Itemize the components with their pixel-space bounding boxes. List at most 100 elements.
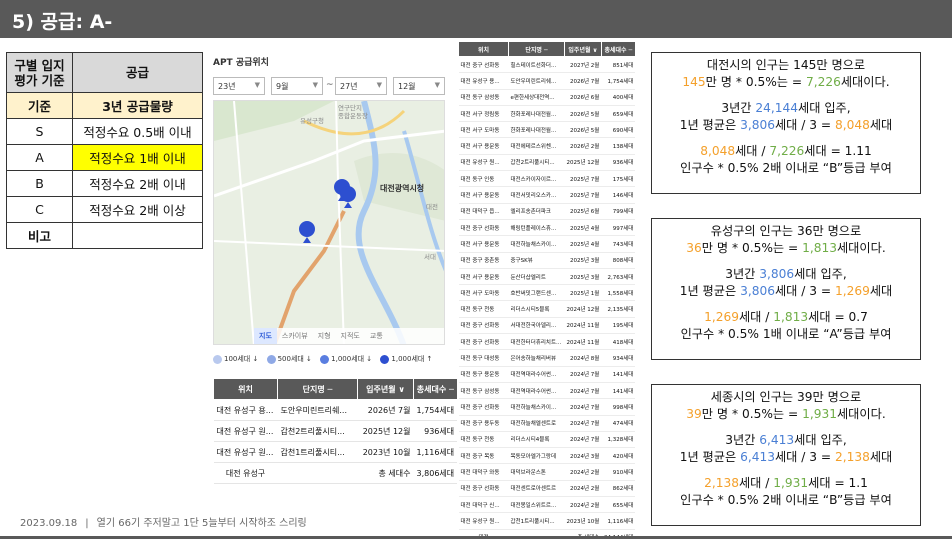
tab-skyview[interactable]: 스카이뷰 [277,328,313,344]
rule-cell: 적정수요 2배 이내 [72,170,203,197]
pin-icon [213,354,222,364]
cell-complex: 대전하늘채엘센트로 [508,415,565,432]
table-row: 대전 동구 용운동 대전역대라수어썬... 2024년 7월 141세대 [458,366,636,383]
page-title: 5) 공급: A- [0,0,952,38]
cell-move-in: 2024년 7월 [564,398,602,416]
num: 1,931 [802,406,837,421]
col-move-in[interactable]: 입주년월 ∨ [357,378,414,400]
cell-move-in: 2024년 3월 [564,447,602,465]
cell-location: 대전 서구 도마동 [458,121,509,139]
col-complex[interactable]: 단지명 ─ [277,378,358,400]
cell-move-in: 2024년 7월 [564,366,602,383]
num: 2,138 [834,449,870,464]
table-row: 대전 중구 선화동 서대전한국아델리... 2024년 11월 195세대 [458,317,636,335]
table-row: 대전 서구 용문동 대전서밋리오스카... 2025년 7월 146세대 [458,186,636,204]
table-row: 대전 유성구 원... 갑천1트리풀시티... 2023년 10월 1,116세대 [458,512,636,530]
cell-households: 655세대 [601,496,636,514]
start-year-value: 23년 [218,82,236,91]
end-year-select[interactable]: 27년 ▼ [335,77,387,95]
cell-location: 대전 중구 선화동 [458,333,509,351]
box-line: 인구수 * 0.5% 2배 이내로 “B”등급 부여 [680,160,892,175]
cell-complex: e편한세상대전역... [508,89,565,106]
num: 36 [686,240,702,255]
cell-location: 대전 중구 선화동 [458,398,509,416]
cell-households: 936세대 [601,154,636,172]
grade-cell: B [6,170,73,197]
criteria-row: 비고 [6,222,203,249]
start-month-select[interactable]: 9월 ▼ [271,77,323,95]
criteria-table: 구별 입지 평가 기준 공급 기준 3년 공급물량 S 적정수요 0.5배 이내… [6,52,203,249]
map-label-yuseong-office: 유성구청 [300,117,324,125]
cell-location: 대전 중구 선화동 [458,219,509,237]
num: 24,144 [755,101,799,115]
end-month-select[interactable]: 12월 ▼ [393,77,445,95]
table-row: 대전 중구 선화동 대전한터더휴리치트... 2024년 11월 418세대 [458,333,636,351]
cell-move-in: 2027년 2월 [564,56,602,74]
cell-households: 851세대 [601,56,636,74]
col-households[interactable]: 총세대수 ─ [600,41,636,57]
pin-icon [266,354,276,364]
txt: 세대 [869,117,893,132]
cell-households: 1,328세대 [601,431,636,449]
cell-location: 대전 서구 용문동 [458,235,509,253]
table-row: 대전 유성구 원... 갑천1트리풀시티... 2023년 10월 1,116세… [213,441,458,463]
col-households[interactable]: 총세대수 ─ [413,378,458,400]
col-location[interactable]: 위치 [458,41,509,57]
cell-households: 175세대 [601,170,636,188]
txt: 세대 / [738,476,774,490]
table-row: 대전 중구 용두동 대전하늘채엘센트로 2024년 7월 474세대 [458,415,636,432]
cell-location: 대전 유성구 원... [213,441,278,463]
cell-complex: 대전하늘채스카이... [508,398,565,416]
info-box-yuseong: 유성구의 인구는 36만 명으로 36만 명 * 0.5%는 = 1,813세대… [651,218,921,360]
table-row: 대전 서구 용문동 둔산더샵엘리트 2025년 3월 2,763세대 [458,268,636,286]
num: 3,806 [740,283,775,298]
cell-households: 420세대 [601,447,636,465]
txt: 세대 / [735,144,770,158]
cell-households: 808세대 [601,252,636,269]
grade-cell: S [6,118,73,145]
cell-households: 936세대 [413,420,458,442]
cell-complex: 대전한터더휴리치트... [508,333,565,351]
table-row: 대전 유성구 원... 갑천2트리풀시티... 2025년 12월 936세대 [213,420,458,442]
cell-households: 1,116세대 [601,512,636,530]
range-tilde: ~ [326,80,334,90]
tab-traffic[interactable]: 교통 [365,328,388,344]
cell-location: 대전 동구 대성동 [458,349,509,367]
table-total-row: 대전 유성구 총 세대수 3,806세대 [213,462,458,484]
pin-circle [299,221,315,237]
pin-icon [320,354,330,364]
box-line: 145만 명 * 0.5%는 = 7,226세대이다. [652,74,920,91]
col-complex[interactable]: 단지명 ─ [508,41,565,57]
box-line: 대전시의 인구는 145만 명으로 [706,58,866,72]
chevron-down-icon: ▼ [434,81,440,89]
cell-complex: 은어송하늘채리버뷰 [508,349,565,367]
map-background [214,101,444,344]
cell-move-in: 2024년 7월 [564,415,602,432]
num: 6,413 [759,433,795,447]
num: 7,226 [769,144,805,158]
num: 39 [686,406,702,421]
cell-households: 2,763세대 [601,268,636,286]
info-box-sejong: 세종시의 인구는 39만 명으로 39만 명 * 0.5%는 = 1,931세대… [651,384,921,526]
txt: 세대 입주, [794,433,847,447]
cell-move-in: 2026년 5월 [564,105,602,123]
col-move-in[interactable]: 입주년월 ∨ [564,41,602,57]
footer-separator: | [85,518,89,529]
table-row: 대전 유성구 용... 도안우미린트리쉐... 2026년 7월 1,754세대 [213,399,458,421]
cell-complex: 둔산더샵엘리트 [508,268,565,286]
cell-move-in: 2025년 6월 [564,203,602,220]
tab-map[interactable]: 지도 [254,328,277,344]
cell-move-in: 2025년 12월 [564,154,602,172]
txt: 세대 [869,283,893,298]
rule-cell-highlighted: 적정수요 1배 이내 [72,144,203,171]
col-location[interactable]: 위치 [213,378,278,400]
table-row: 대전 유성구 용... 도안우미린트리쉐... 2026년 7월 1,754세대 [458,72,636,90]
cell-move-in: 2025년 3월 [564,268,602,286]
cell-complex: 중구SK뷰 [508,252,565,269]
supply-map[interactable]: 연구단지 종합운동장 유성구청 대전광역시청 대전 서대 지도 스카이뷰 지형 지적도… [213,100,445,345]
tab-cadastral[interactable]: 지적도 [336,328,365,344]
start-year-select[interactable]: 23년 ▼ [213,77,265,95]
table-row: 대전 대덕구 읍... 엘리프송촌더파크 2025년 6월 799세대 [458,203,636,220]
footer-text: 열기 66기 주저말고 1단 5늘부터 시작하조 스리링 [96,518,307,529]
tab-terrain[interactable]: 지형 [313,328,336,344]
